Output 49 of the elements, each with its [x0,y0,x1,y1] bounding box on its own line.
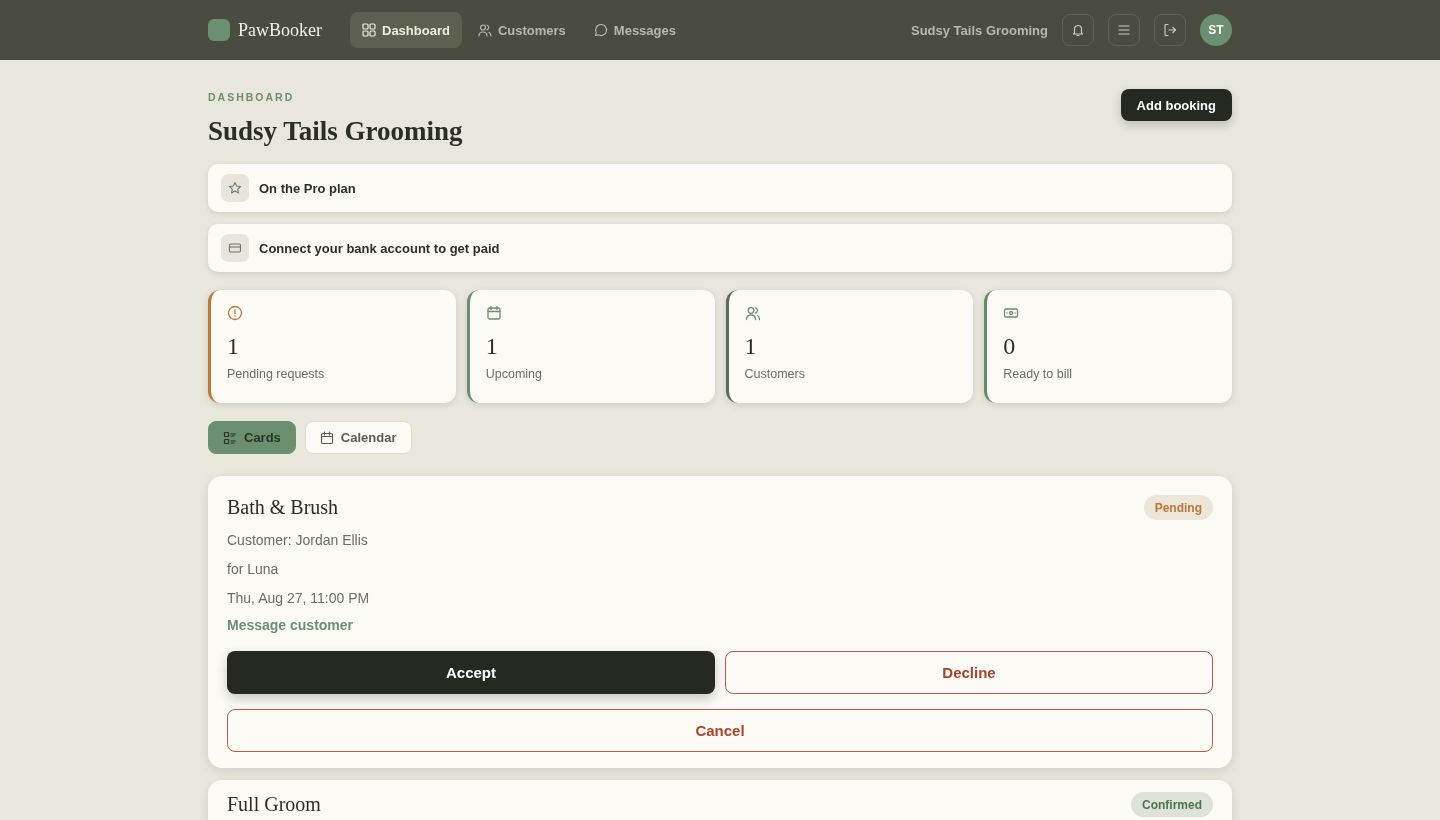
page-eyebrow: DASHBOARD [208,91,296,103]
logout-button[interactable] [1154,14,1186,46]
stat-value: 1 [485,333,499,359]
stat-value: 1 [744,333,758,359]
grid-icon [362,23,376,37]
users-icon [744,305,761,321]
bell-icon [1071,23,1085,37]
stat-label: Pending requests [227,367,326,381]
menu-button[interactable] [1108,14,1140,46]
stat-label: Customers [744,367,806,381]
user-avatar[interactable]: ST [1200,14,1232,46]
page-title: Sudsy Tails Grooming [208,115,463,147]
add-booking-button[interactable]: Add booking [1120,89,1232,121]
calendar-icon [485,305,502,321]
view-tab[interactable]: Cards [208,421,296,454]
list-icon [223,430,237,445]
stat-label: Ready to bill [1003,367,1074,381]
status-badge: Pending [1143,495,1213,520]
nav-tab[interactable]: Messages [581,12,688,48]
banner-text: Connect your bank account to get paid [259,240,500,256]
app-logo[interactable]: PawBooker [238,19,322,41]
logout-icon [1163,23,1177,37]
stat-value: 1 [227,333,240,359]
pet-name: for Luna [227,560,280,579]
menu-icon [1117,23,1131,37]
banknote-icon [1003,305,1020,321]
booking-time: Thu, Aug 27, 11:00 PM [227,589,371,608]
booking-action-button[interactable]: Decline [725,651,1213,694]
status-badge: Confirmed [1131,792,1213,817]
business-name: Sudsy Tails Grooming [911,22,1048,38]
stat-label: Upcoming [485,367,544,381]
view-tab[interactable]: Calendar [304,421,412,454]
customer-name: Customer: Jordan Ellis [227,531,369,550]
banner-text: On the Pro plan [259,180,356,196]
calendar-icon [319,430,334,445]
chat-bubble-icon [593,23,608,37]
logo-icon [208,19,230,41]
credit-card-icon [221,234,249,262]
booking-action-button[interactable]: Accept [227,651,715,694]
booking-action-button[interactable]: Cancel [227,709,1213,752]
message-customer-link[interactable]: Message customer [227,613,354,637]
service-name: Full Groom [227,793,321,816]
users-icon [477,23,492,37]
nav-tab[interactable]: Dashboard [350,12,462,48]
stat-value: 0 [1003,333,1017,359]
nav-tab[interactable]: Customers [465,12,578,48]
service-name: Bath & Brush [227,496,339,519]
alert-circle-icon [227,305,243,321]
notifications-button[interactable] [1062,14,1094,46]
